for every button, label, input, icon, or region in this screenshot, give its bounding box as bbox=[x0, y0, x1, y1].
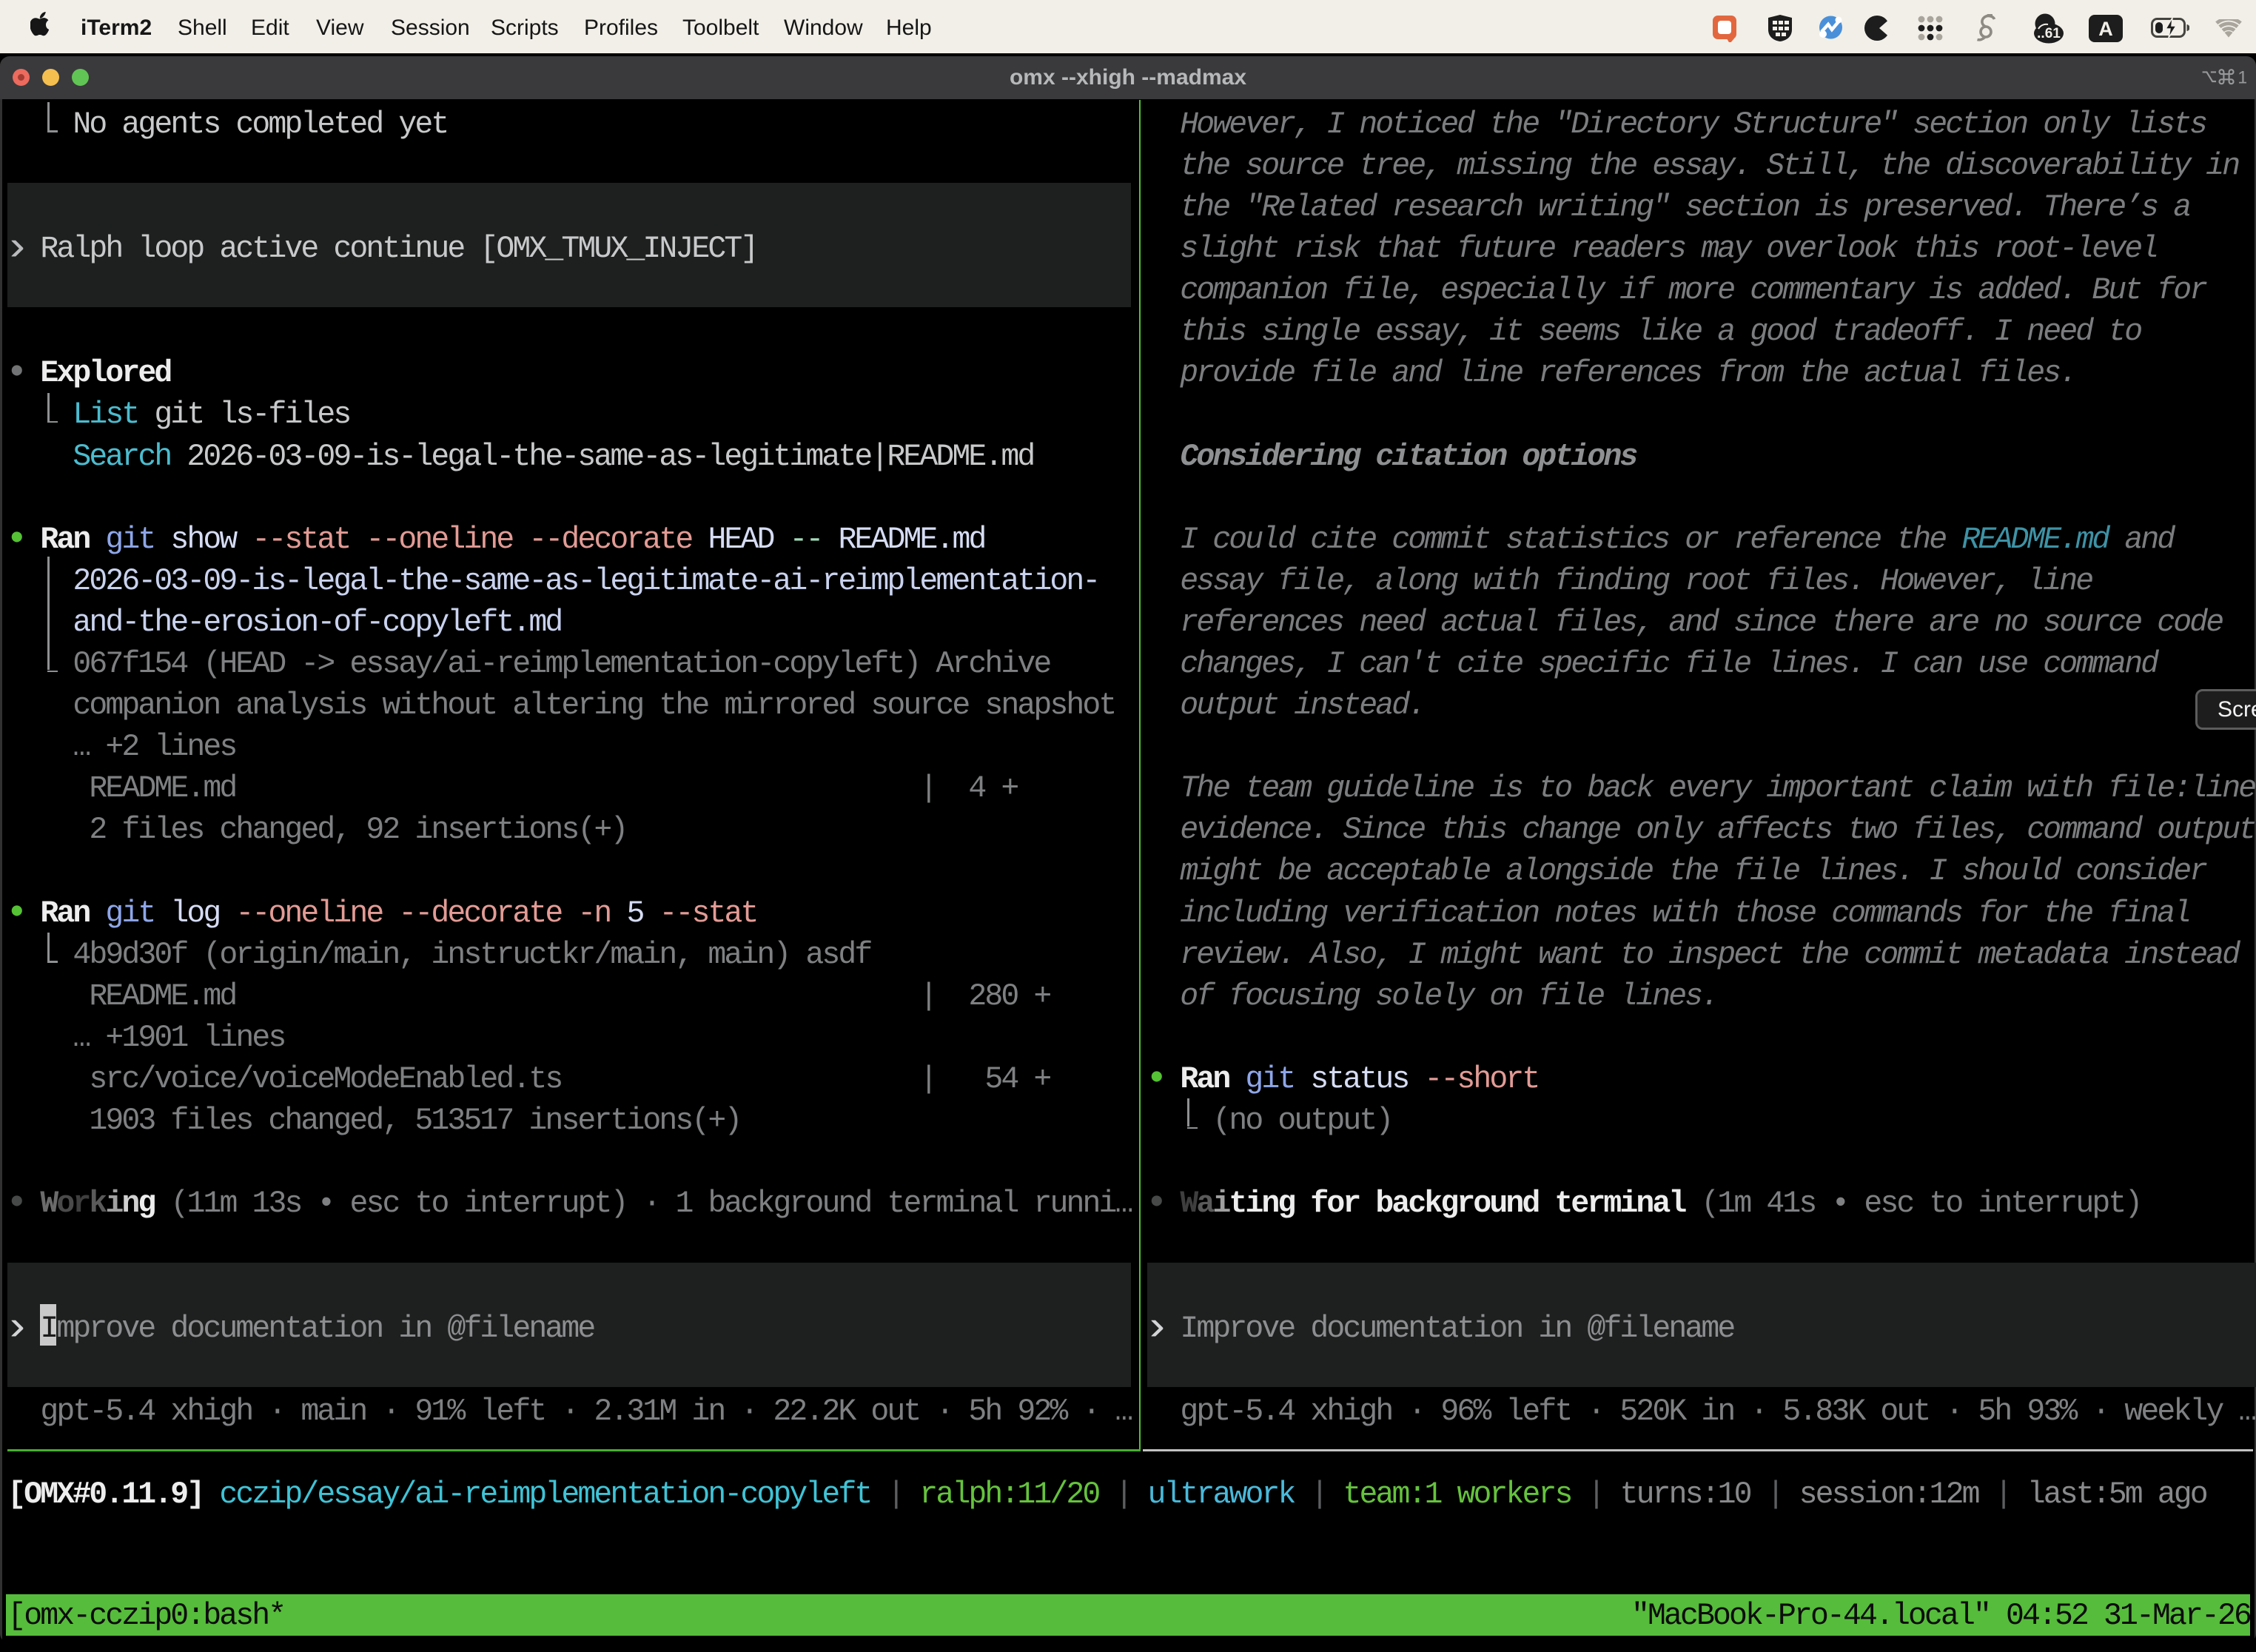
svg-text:A: A bbox=[2098, 18, 2113, 40]
svg-text:1: 1 bbox=[2237, 68, 2246, 85]
svg-text:..61: ..61 bbox=[2037, 26, 2061, 41]
